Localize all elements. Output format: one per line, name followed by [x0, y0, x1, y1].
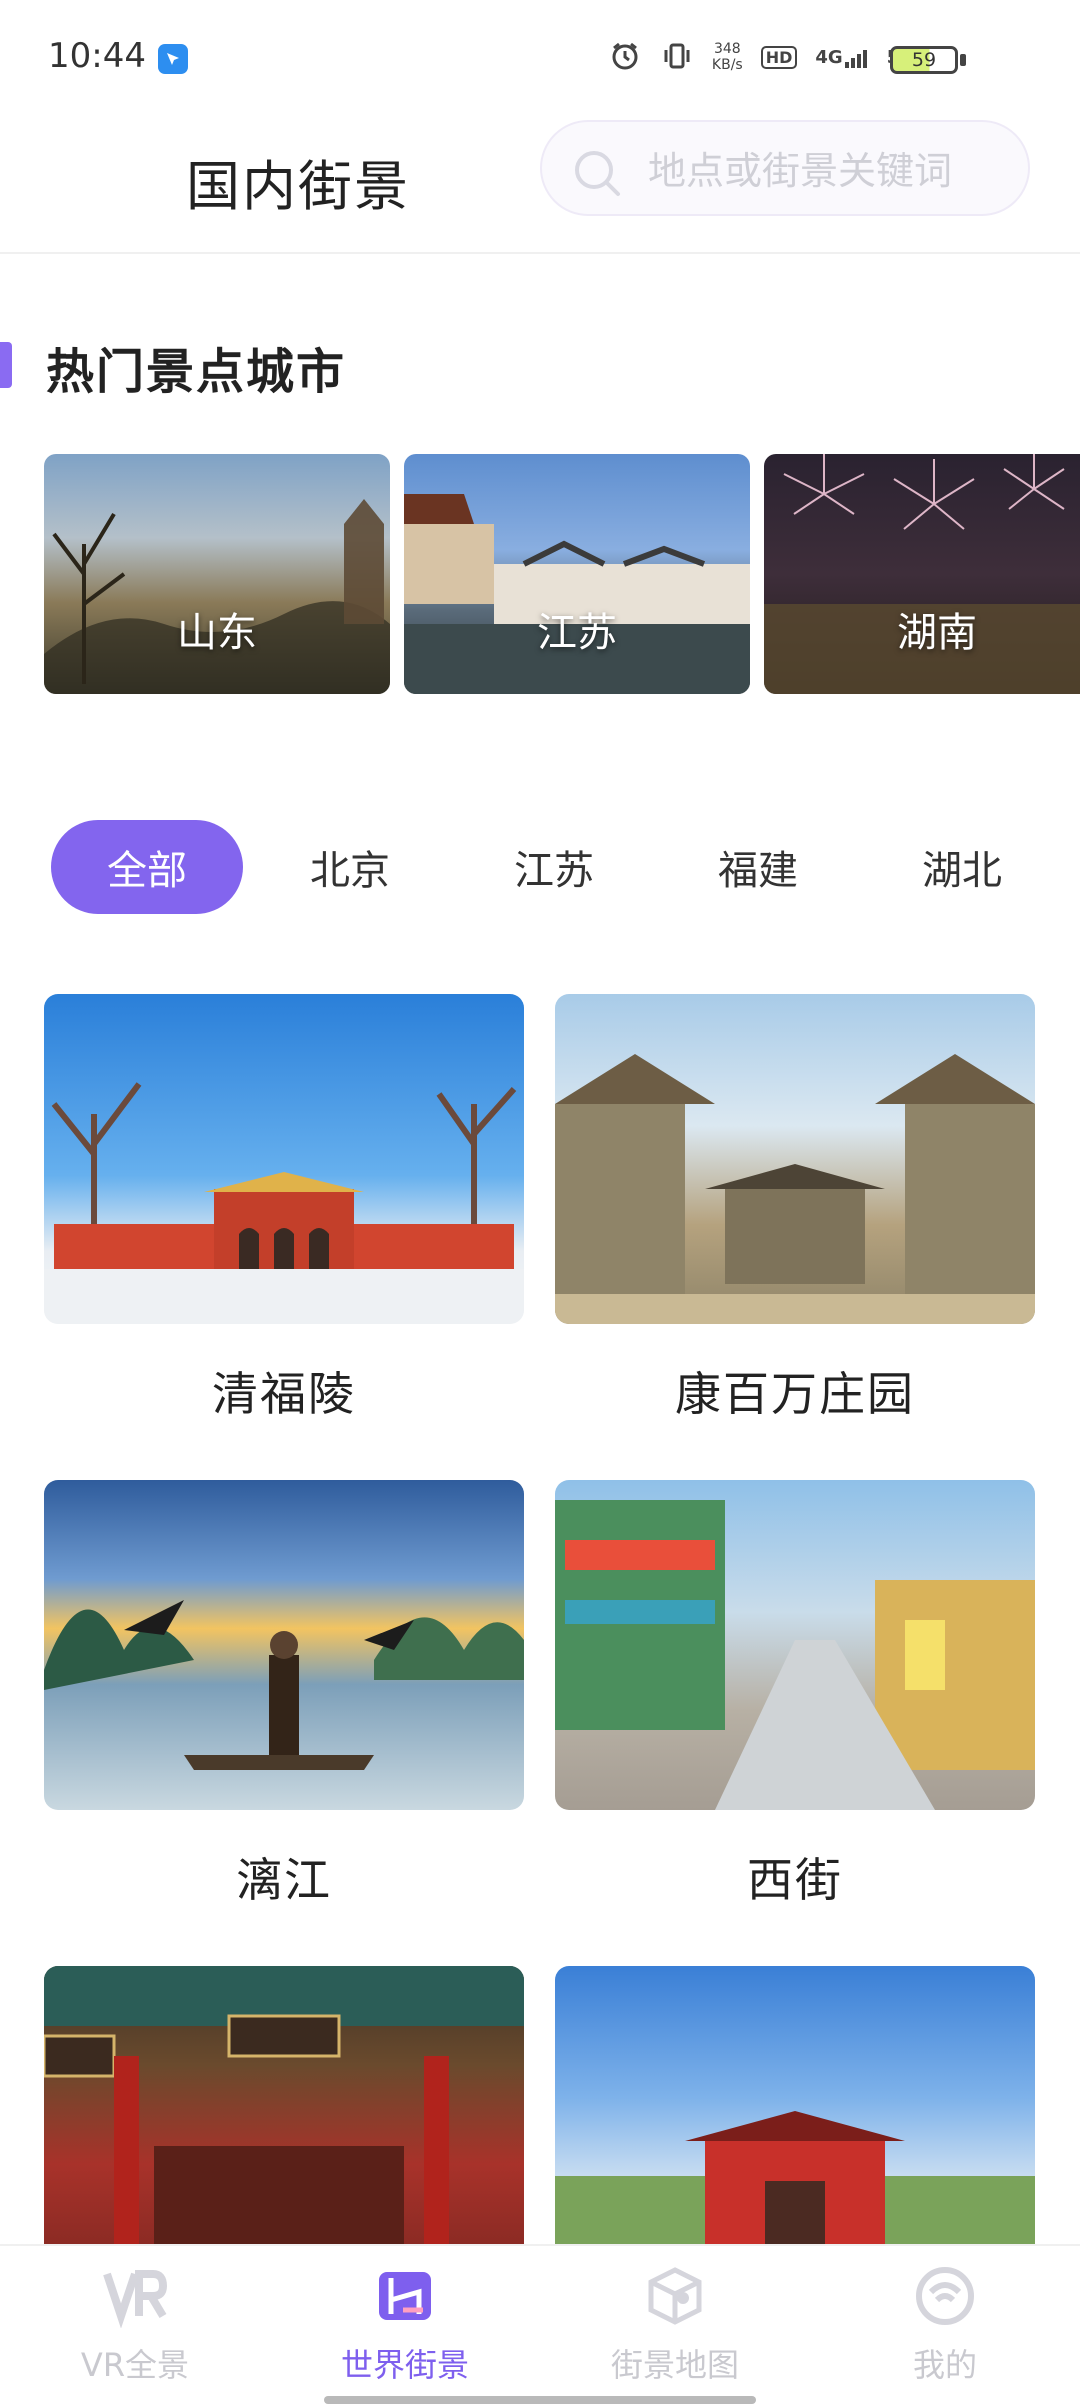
filter-tabs: 全部 北京 江苏 福建 湖北 — [0, 820, 1080, 916]
city-card-hunan[interactable]: 湖南 — [764, 454, 1080, 694]
net-speed-unit: KB/s — [711, 57, 743, 73]
header: 国内街景 — [0, 120, 1080, 254]
battery-icon: 59 — [890, 46, 958, 74]
spot-image[interactable] — [555, 994, 1035, 1324]
spot-card[interactable]: 康百万庄园 — [555, 994, 1035, 1424]
city-photo — [404, 494, 750, 694]
spot-card[interactable] — [44, 1966, 524, 2244]
net-speed: 348 KB/s — [712, 41, 743, 73]
search-icon — [575, 151, 620, 196]
spot-name: 漓江 — [236, 1853, 332, 1907]
nav-vr[interactable]: VR全景 — [0, 2264, 270, 2394]
spot-image[interactable] — [44, 1480, 524, 1810]
status-bar: 10:44 348 KB/s HD 4G 5G — [0, 0, 1080, 120]
tab-jiangsu[interactable]: 江苏 — [458, 820, 650, 914]
spot-image[interactable] — [44, 1966, 524, 2244]
spot-card[interactable]: 西街 — [555, 1480, 1035, 1910]
notification-app-icon — [158, 44, 188, 74]
status-time: 10:44 — [48, 36, 146, 76]
spot-card[interactable]: 清福陵 — [44, 994, 524, 1424]
spot-name: 西街 — [747, 1853, 843, 1907]
battery-tip — [960, 54, 966, 66]
tab-beijing[interactable]: 北京 — [254, 820, 446, 914]
hot-city-carousel[interactable]: 山东 江苏 湖南 — [44, 454, 1080, 696]
signal-4g: 4G — [815, 47, 868, 68]
spot-name: 清福陵 — [212, 1367, 356, 1421]
nav-profile[interactable]: 我的 — [810, 2264, 1080, 2394]
city-photo — [44, 499, 390, 694]
nav-label: 我的 — [912, 2346, 977, 2384]
hot-cities-header: 热门景点城市 — [0, 330, 1080, 400]
net-speed-value: 348 — [713, 41, 741, 57]
cube-pin-icon — [648, 2267, 702, 2325]
hd-icon: HD — [760, 45, 798, 69]
spot-grid: 清福陵 康百万庄园 漓江 西街 — [0, 994, 1080, 2244]
nav-label: 世界街景 — [340, 2346, 469, 2384]
alarm-icon — [608, 40, 642, 74]
city-card-shandong[interactable]: 山东 — [44, 454, 390, 694]
profile-icon — [916, 2267, 974, 2325]
city-label: 江苏 — [537, 610, 617, 656]
nav-streetview-map[interactable]: 街景地图 — [540, 2264, 810, 2394]
spot-card[interactable]: 漓江 — [44, 1480, 524, 1910]
spot-image[interactable] — [555, 1966, 1035, 2244]
nav-label: VR全景 — [80, 2346, 190, 2384]
tab-fujian[interactable]: 福建 — [662, 820, 854, 914]
net-4g-label: 4G — [815, 46, 843, 68]
city-label: 山东 — [177, 610, 257, 656]
nav-world-streetview[interactable]: 世界街景 — [270, 2264, 540, 2394]
vibrate-icon — [660, 40, 694, 74]
app-screen: 10:44 348 KB/s HD 4G 5G — [0, 0, 1080, 2408]
section-title: 热门景点城市 — [46, 344, 347, 400]
spot-card[interactable] — [555, 1966, 1035, 2244]
nav-label: 街景地图 — [610, 2346, 739, 2384]
city-card-jiangsu[interactable]: 江苏 — [404, 454, 750, 694]
vr-icon — [103, 2270, 167, 2328]
bottom-nav: VR全景 世界街景 街景地图 我的 — [0, 2244, 1080, 2408]
home-indicator[interactable] — [324, 2396, 756, 2404]
search-input[interactable] — [646, 142, 1010, 200]
spot-image[interactable] — [44, 994, 524, 1324]
city-label: 湖南 — [897, 610, 977, 656]
search-bar[interactable] — [540, 120, 1030, 216]
tab-hubei[interactable]: 湖北 — [866, 820, 1058, 914]
spot-image[interactable] — [555, 1480, 1035, 1810]
page-title: 国内街景 — [186, 155, 410, 218]
city-photo — [764, 454, 1080, 694]
battery-level: 59 — [911, 49, 937, 71]
map-fold-icon — [379, 2272, 431, 2320]
tab-all[interactable]: 全部 — [51, 820, 243, 914]
spot-name: 康百万庄园 — [675, 1367, 915, 1421]
signal-bars-icon — [844, 49, 867, 68]
section-accent-bar — [0, 342, 12, 388]
